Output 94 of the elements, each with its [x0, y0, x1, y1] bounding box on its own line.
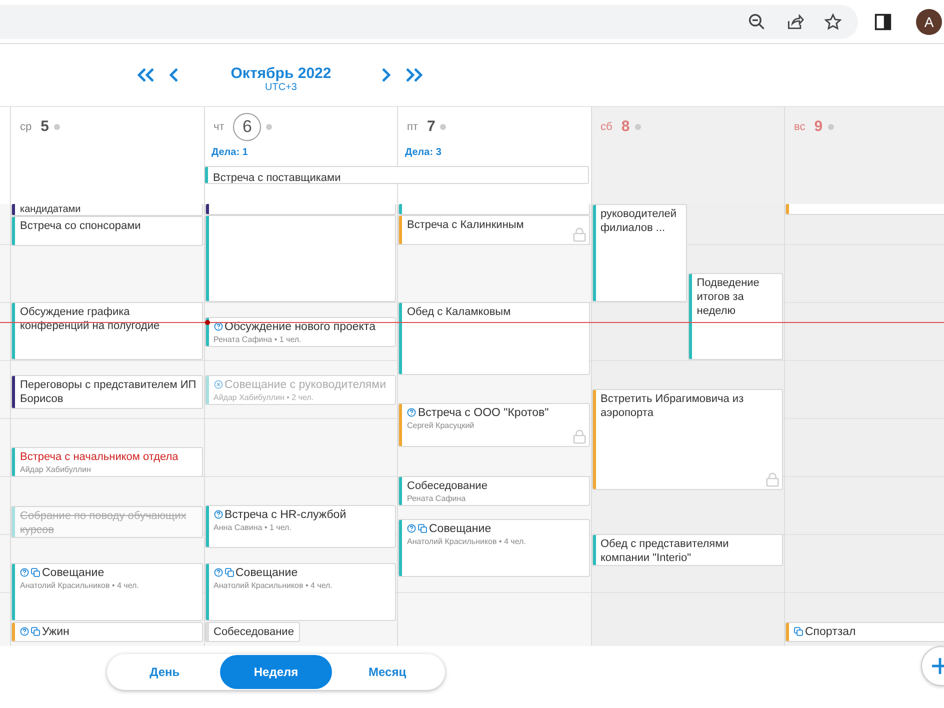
- tasks-link[interactable]: Дела: 3: [405, 147, 442, 158]
- question-circle-icon: [20, 627, 29, 636]
- event-title: Собеседование: [407, 479, 488, 493]
- event-card[interactable]: Совещание Анатолий Красильников • 4 чел.: [204, 563, 396, 621]
- event-card[interactable]: Обед с Каламковым: [398, 302, 590, 375]
- event-organizer: Анатолий Красильников • 4 чел.: [407, 536, 527, 547]
- event-card[interactable]: кандидатами: [11, 204, 202, 216]
- event-card[interactable]: Обед с представителями компании "Interio": [592, 534, 783, 566]
- event-organizer: Анна Савина • 1 чел.: [214, 522, 292, 533]
- question-circle-icon: [214, 568, 222, 577]
- event-organizer: Сергей Красуцкий: [407, 420, 476, 431]
- event-card[interactable]: Ужин: [11, 622, 202, 642]
- tasks-link[interactable]: Дела: 1: [212, 147, 248, 158]
- event-organizer: Анатолий Красильников • 4 чел.: [20, 580, 140, 591]
- event-card[interactable]: Встреча с ООО "Кротов" Сергей Красуцкий: [398, 403, 590, 447]
- all-day-event[interactable]: Встреча с поставщиками: [204, 166, 589, 184]
- event-title: Совещание с руководителями: [224, 378, 386, 392]
- event-card[interactable]: Собеседование: [204, 622, 300, 642]
- view-tab[interactable]: День: [109, 655, 220, 689]
- month-title[interactable]: Октябрь 2022: [230, 65, 332, 82]
- event-organizer: Айдар Хабибуллин • 2 чел.: [214, 392, 315, 403]
- weekday-label: вс: [794, 121, 806, 133]
- chevron-right-icon[interactable]: [381, 68, 391, 82]
- weekday-label: пт: [407, 121, 418, 133]
- event-title: Встреча с ООО "Кротов": [418, 406, 549, 420]
- current-time-dot: [205, 320, 210, 325]
- event-title: Собеседование: [214, 625, 294, 639]
- event-card[interactable]: Собеседование Рената Сафина: [398, 476, 590, 506]
- double-chevron-left-icon[interactable]: [137, 68, 155, 82]
- dot-icon: [266, 124, 272, 130]
- event-card[interactable]: Встреча со спонсорами: [11, 216, 202, 246]
- sidebar-icon[interactable]: [874, 12, 892, 30]
- zoom-out-icon[interactable]: [748, 12, 766, 30]
- event-card[interactable]: Переговоры с представителем ИП Борисов: [11, 375, 202, 409]
- event-title: Ужин: [42, 625, 70, 639]
- timezone-label: UTC+3: [265, 82, 297, 93]
- double-chevron-right-icon[interactable]: [405, 68, 423, 82]
- view-tab[interactable]: Неделя: [220, 655, 332, 689]
- event-title: Встретить Ибрагимовича из аэропорта: [600, 392, 745, 420]
- event-title: Встреча со спонсорами: [20, 219, 141, 233]
- weekday-label: чт: [214, 121, 224, 133]
- event-title: Совещание: [429, 522, 492, 536]
- event-card[interactable]: Встреча с HR-службой Анна Савина • 1 чел.: [204, 505, 396, 548]
- event-card[interactable]: Встреча с начальником отдела Айдар Хабибуллин: [11, 447, 202, 477]
- event-title: Совещание: [42, 566, 104, 580]
- event-title: Переговоры с представителем ИП Борисов: [20, 378, 196, 406]
- event-title: Встреча с HR-службой: [224, 508, 346, 522]
- event-card[interactable]: Обсуждение графика конференций на полугодие: [11, 302, 202, 360]
- day-number[interactable]: 7: [427, 119, 436, 135]
- plus-icon: [930, 656, 944, 676]
- event-card[interactable]: Совещание Анатолий Красильников • 4 чел.: [398, 519, 590, 577]
- event-card[interactable]: руководителей филиалов ...: [592, 204, 687, 302]
- event-card[interactable]: Подведение итогов за неделю: [688, 273, 783, 360]
- event-card[interactable]: Спортзал: [785, 622, 944, 642]
- question-circle-icon: [214, 510, 222, 519]
- event-title: Встреча с Калинкиным: [407, 218, 524, 232]
- event-title: руководителей филиалов ...: [600, 207, 678, 235]
- event-title: Встреча с начальником отдела: [20, 450, 178, 464]
- star-icon[interactable]: [824, 12, 842, 30]
- weekday-label: сб: [600, 121, 612, 133]
- x-circle-icon: [214, 380, 222, 389]
- dot-icon: [54, 124, 60, 130]
- dot-icon: [634, 124, 641, 130]
- event-title: Обед с представителями компании "Interio": [600, 537, 730, 565]
- chevron-left-icon[interactable]: [169, 68, 179, 82]
- weekday-label: ср: [20, 121, 32, 133]
- profile-avatar[interactable]: A: [916, 8, 942, 34]
- event-title: Обед с Каламковым: [407, 305, 511, 319]
- view-tab[interactable]: Месяц: [332, 655, 443, 689]
- event-title: Подведение итогов за неделю: [696, 276, 760, 318]
- share-icon[interactable]: [786, 12, 804, 30]
- day-number[interactable]: 5: [40, 119, 49, 135]
- event-title: Спортзал: [805, 625, 856, 639]
- event-title: Обсуждение графика конференций на полугодие: [20, 305, 161, 333]
- event-title: Встреча с поставщиками: [213, 172, 341, 183]
- event-title: кандидатами: [20, 204, 81, 215]
- question-circle-icon: [407, 408, 416, 417]
- event-card[interactable]: Совещание Анатолий Красильников • 4 чел.: [11, 563, 202, 621]
- question-circle-icon: [407, 524, 416, 533]
- event-organizer: Рената Сафина • 1 чел.: [214, 334, 302, 345]
- dot-icon: [828, 124, 834, 130]
- question-circle-icon: [20, 568, 29, 577]
- event-organizer: Айдар Хабибуллин: [20, 464, 92, 475]
- question-circle-icon: [214, 322, 222, 331]
- day-number[interactable]: 6: [233, 113, 262, 141]
- event-title: Совещание: [236, 566, 298, 580]
- event-card[interactable]: Встреча с Калинкиным: [398, 215, 590, 245]
- event-card[interactable]: Обсуждение нового проекта Рената Сафина • 1 чел.: [204, 317, 396, 347]
- event-card[interactable]: Встретить Ибрагимовича из аэропорта: [592, 389, 783, 490]
- event-title: Собрание по поводу обучающих курсов: [20, 509, 188, 537]
- dot-icon: [440, 124, 446, 130]
- event-title: Обсуждение нового проекта: [224, 320, 376, 334]
- event-organizer: Рената Сафина: [407, 493, 467, 504]
- event-organizer: Анатолий Красильников • 4 чел.: [214, 580, 334, 591]
